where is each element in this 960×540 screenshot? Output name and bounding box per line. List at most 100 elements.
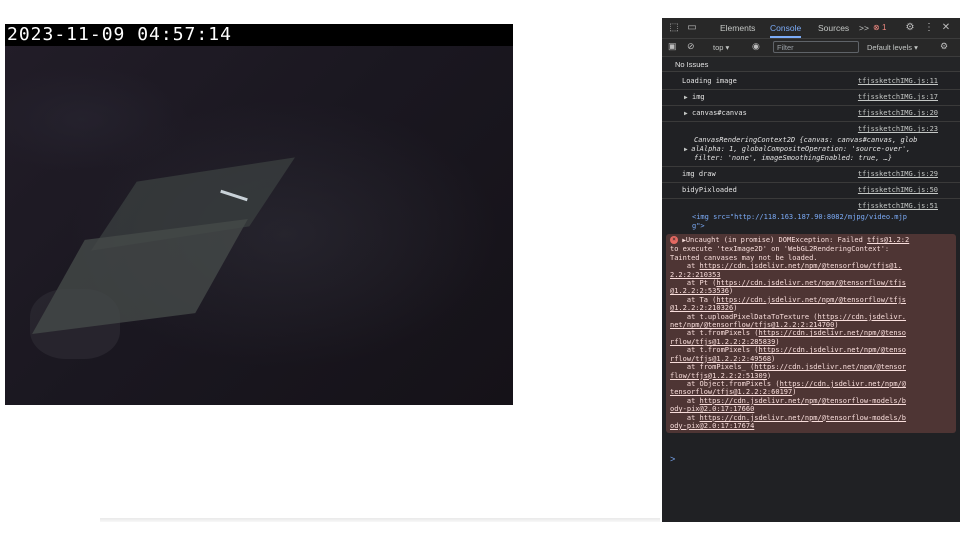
stack-frame-link[interactable]: 2.2:2:210353: [670, 271, 721, 279]
stack-frame: at Object.fromPixels (https://cdn.jsdeli…: [670, 380, 952, 388]
stack-frame-continued: net/npm/@tensorflow/tfjs@1.2.2:2:214700): [670, 321, 952, 329]
log-levels-label: Default levels: [867, 43, 913, 52]
log-text: img: [692, 93, 705, 101]
stack-frame-link[interactable]: https://cdn.jsdelivr.net/npm/@tensorflow…: [700, 397, 907, 405]
console-toolbar: ▣ ⊘ top ▾ ◉ Filter Default levels ▾ ⚙: [662, 39, 960, 57]
stack-frame: at https://cdn.jsdelivr.net/npm/@tensorf…: [670, 414, 952, 422]
source-link[interactable]: tfjssketchIMG.js:51: [858, 202, 938, 211]
error-message: Uncaught (in promise) DOMException: Fail…: [685, 236, 863, 244]
camera-timestamp: 2023-11-09 04:57:14: [7, 24, 232, 45]
bottom-strip: [0, 522, 960, 540]
log-text-line: ▶ alAlpha: 1, globalCompositeOperation: …: [684, 145, 952, 154]
source-link[interactable]: tfjssketchIMG.js:23: [858, 125, 938, 134]
stack-frame-text: ): [766, 371, 772, 380]
stack-frame-link[interactable]: ody-pix@2.0:17:17674: [670, 422, 754, 430]
stack-frame-continued: @1.2.2:2:53536): [670, 287, 952, 295]
stack-frame-continued: flow/tfjs@1.2.2:2:51309): [670, 372, 952, 380]
source-link[interactable]: tfjs@1.2:2: [867, 236, 909, 244]
stack-frame-link[interactable]: net/npm/@tensorflow/tfjs@1.2.2:2:214700: [670, 321, 834, 329]
console-settings-gear-icon[interactable]: ⚙: [940, 41, 948, 52]
error-message: Tainted canvases may not be loaded.: [670, 253, 818, 262]
stack-frame-continued: ody-pix@2.0:17:17660: [670, 405, 952, 413]
source-link[interactable]: tfjssketchIMG.js:20: [858, 109, 938, 118]
settings-gear-icon[interactable]: ⚙: [904, 22, 916, 34]
stack-frame-text: at: [670, 396, 700, 405]
inspect-element-icon[interactable]: ⬚: [668, 22, 680, 34]
stack-frame-link[interactable]: https://cdn.jsdelivr.net/npm/@tensorflow…: [716, 296, 906, 304]
stack-frame-link[interactable]: https://cdn.jsdelivr.net/npm/@tenso: [759, 329, 907, 337]
console-prompt[interactable]: >: [670, 454, 675, 464]
issues-bar[interactable]: No Issues: [662, 57, 960, 72]
stack-frame-link[interactable]: https://cdn.jsdelivr.: [818, 313, 907, 321]
stack-frame-text: at: [670, 413, 700, 422]
expand-caret-icon[interactable]: ▶: [684, 93, 688, 102]
stack-frame-continued: rflow/tfjs@1.2.2:2:49568): [670, 355, 952, 363]
devtools-panel: ⬚ ▭ Elements Console Sources >> ⊗ 1 ⚙ ⋮ …: [662, 18, 960, 522]
source-link[interactable]: tfjssketchIMG.js:11: [858, 77, 938, 86]
timestamp-bar: 2023-11-09 04:57:14: [5, 24, 513, 46]
tab-elements[interactable]: Elements: [720, 18, 755, 38]
stack-frame-text: ): [792, 388, 797, 397]
stack-frame-link[interactable]: ody-pix@2.0:17:17660: [670, 405, 754, 413]
tab-sources[interactable]: Sources: [818, 18, 849, 38]
stack-frame-link[interactable]: https://cdn.jsdelivr.net/npm/@tenso: [759, 346, 907, 354]
live-expression-eye-icon[interactable]: ◉: [752, 41, 760, 52]
console-row[interactable]: tfjssketchIMG.js:51 <img src="http://118…: [662, 199, 960, 234]
stack-frame-link[interactable]: tensorflow/tfjs@1.2.2:2:60197: [670, 388, 792, 396]
sidebar-toggle-icon[interactable]: ▣: [668, 41, 677, 52]
filter-input[interactable]: Filter: [773, 41, 859, 53]
console-row[interactable]: tfjssketchIMG.js:23 CanvasRenderingConte…: [662, 122, 960, 167]
stack-frame: at https://cdn.jsdelivr.net/npm/@tensorf…: [670, 262, 952, 270]
stack-frame-link[interactable]: https://cdn.jsdelivr.net/npm/@tensorflow…: [700, 262, 902, 270]
stack-frame: at t.fromPixels (https://cdn.jsdelivr.ne…: [670, 329, 952, 337]
error-count: 1: [881, 23, 887, 32]
stack-frame-continued: rflow/tfjs@1.2.2:2:285839): [670, 338, 952, 346]
clear-console-icon[interactable]: ⊘: [687, 41, 695, 52]
log-text: Loading image: [682, 77, 737, 85]
error-head-line: × ▶Uncaught (in promise) DOMException: F…: [670, 236, 952, 245]
stack-trace: at https://cdn.jsdelivr.net/npm/@tensorf…: [670, 262, 952, 430]
stack-frame-link[interactable]: https://cdn.jsdelivr.net/npm/@tensor: [754, 363, 906, 371]
log-text: filter: 'none', imageSmoothingEnabled: t…: [694, 154, 893, 162]
context-selector[interactable]: top ▾: [713, 39, 729, 56]
stack-frame-link[interactable]: https://cdn.jsdelivr.net/npm/@tensorflow…: [716, 279, 906, 287]
console-error-row[interactable]: × ▶Uncaught (in promise) DOMException: F…: [666, 234, 956, 434]
stack-frame-link[interactable]: rflow/tfjs@1.2.2:2:285839: [670, 338, 775, 346]
stack-frame-link[interactable]: flow/tfjs@1.2.2:2:51309: [670, 372, 767, 380]
stack-frame-continued: @1.2.2:2:210326): [670, 304, 952, 312]
stack-frame: at Ta (https://cdn.jsdelivr.net/npm/@ten…: [670, 296, 952, 304]
stack-frame-link[interactable]: @1.2.2:2:53536: [670, 287, 729, 295]
more-tabs-button[interactable]: >>: [859, 18, 869, 38]
stack-frame-continued: ody-pix@2.0:17:17674: [670, 422, 952, 430]
log-levels-dropdown[interactable]: Default levels ▾: [867, 39, 918, 56]
log-text: alAlpha: 1, globalCompositeOperation: 's…: [691, 145, 911, 153]
source-link[interactable]: tfjssketchIMG.js:29: [858, 170, 938, 179]
expand-caret-icon[interactable]: ▶: [684, 109, 688, 118]
stack-frame-text: ): [729, 287, 734, 296]
error-icon: ⊗: [873, 23, 880, 32]
stack-frame-text: at t.fromPixels (: [670, 329, 759, 338]
log-text: g">: [692, 222, 705, 230]
more-options-icon[interactable]: ⋮: [923, 22, 935, 34]
stack-frame-text: ): [834, 321, 839, 330]
stack-frame-link[interactable]: https://cdn.jsdelivr.net/npm/@tensorflow…: [700, 414, 907, 422]
error-count-badge[interactable]: ⊗ 1: [873, 22, 886, 34]
source-link[interactable]: tfjssketchIMG.js:50: [858, 186, 938, 195]
stack-frame-link[interactable]: rflow/tfjs@1.2.2:2:49568: [670, 355, 771, 363]
stack-frame-text: at Object.fromPixels (: [670, 379, 780, 388]
stack-frame-text: at t.fromPixels (: [670, 346, 759, 355]
source-link[interactable]: tfjssketchIMG.js:17: [858, 93, 938, 102]
page-viewport: 2023-11-09 04:57:14: [0, 18, 662, 524]
tab-console[interactable]: Console: [770, 18, 802, 38]
console-row[interactable]: ▶ img tfjssketchIMG.js:17: [662, 90, 960, 106]
stack-frame-link[interactable]: https://cdn.jsdelivr.net/npm/@: [780, 380, 906, 388]
stack-frame-continued: tensorflow/tfjs@1.2.2:2:60197): [670, 388, 952, 396]
stack-frame-link[interactable]: @1.2.2:2:210326: [670, 304, 733, 312]
stack-frame-text: at: [670, 262, 700, 271]
close-devtools-icon[interactable]: ✕: [940, 22, 952, 34]
stack-frame-text: ): [733, 304, 738, 313]
device-toolbar-icon[interactable]: ▭: [686, 22, 698, 34]
log-text: img draw: [682, 170, 716, 178]
stack-frame: at Pt (https://cdn.jsdelivr.net/npm/@ten…: [670, 279, 952, 287]
console-row[interactable]: ▶ canvas#canvas tfjssketchIMG.js:20: [662, 106, 960, 122]
